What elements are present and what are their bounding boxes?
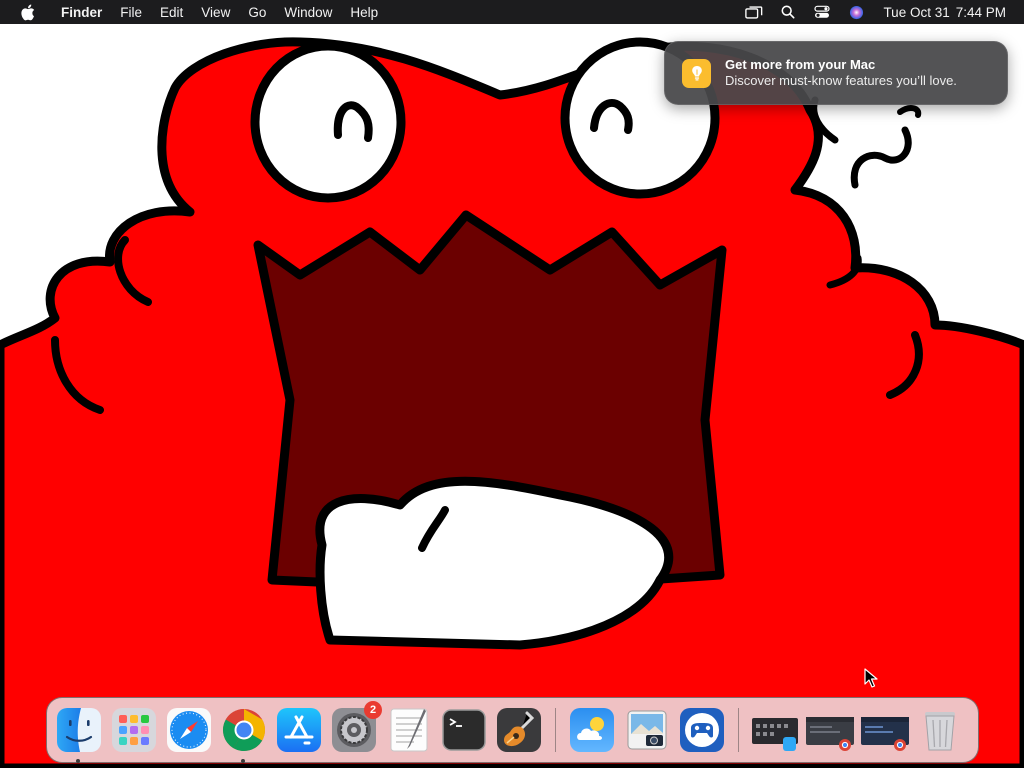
notification-badge: 2: [364, 701, 382, 719]
tips-lightbulb-icon: [682, 58, 711, 88]
mouse-pointer-icon: [864, 668, 878, 688]
menu-app-name[interactable]: Finder: [52, 0, 111, 24]
dock-minimized-window[interactable]: [750, 705, 800, 755]
menu-bar: Finder File Edit View Go Window Help Tue…: [0, 0, 1024, 24]
menu-bar-clock[interactable]: Tue Oct 31 7:44 PM: [883, 5, 1006, 20]
menu-file[interactable]: File: [111, 0, 151, 24]
minimized-chrome-window-icon: [861, 717, 909, 751]
dock-terminal[interactable]: [439, 705, 489, 755]
gamepad-icon: [680, 708, 724, 752]
running-indicator: [76, 759, 80, 763]
minimized-finder-window-icon: [752, 718, 798, 751]
menu-bar-left: Finder File Edit View Go Window Help: [0, 0, 387, 24]
dock: 2: [46, 697, 979, 763]
tips-notification[interactable]: Get more from your Mac Discover must-kno…: [664, 41, 1008, 105]
app-store-icon: [277, 708, 321, 752]
dock-steam-link[interactable]: [677, 705, 727, 755]
menu-go[interactable]: Go: [239, 0, 275, 24]
clock-time: 7:44 PM: [955, 4, 1006, 20]
minimized-chrome-window-icon: [806, 717, 854, 751]
menu-window[interactable]: Window: [275, 0, 341, 24]
dock-minimized-window[interactable]: [805, 705, 855, 755]
dock-separator: [738, 708, 739, 752]
dock-trash[interactable]: [915, 705, 965, 755]
dock-safari[interactable]: [164, 705, 214, 755]
chrome-icon: [222, 709, 266, 752]
control-center-icon[interactable]: [812, 2, 832, 22]
dock-chrome[interactable]: [219, 705, 269, 763]
dock-preview[interactable]: [622, 705, 672, 755]
clock-date: Tue Oct 31: [883, 4, 950, 20]
menu-bar-status-area: Tue Oct 31 7:44 PM: [737, 0, 1024, 24]
apple-logo-icon[interactable]: [18, 3, 36, 21]
menu-help[interactable]: Help: [341, 0, 387, 24]
launchpad-icon: [112, 708, 156, 752]
screen-mirroring-icon[interactable]: [744, 2, 764, 22]
spotlight-search-icon[interactable]: [778, 2, 798, 22]
dock-launchpad[interactable]: [109, 705, 159, 755]
trash-icon: [925, 712, 955, 751]
terminal-icon: [442, 709, 486, 751]
weather-icon: [570, 708, 614, 752]
garageband-icon: [497, 708, 541, 752]
preview-icon: [627, 710, 667, 750]
dock-finder[interactable]: [54, 705, 104, 763]
notification-title: Get more from your Mac: [725, 57, 876, 72]
textedit-icon: [390, 708, 428, 752]
running-indicator: [241, 759, 245, 763]
menu-edit[interactable]: Edit: [151, 0, 192, 24]
desktop-wallpaper: [0, 0, 1024, 768]
notification-body: Discover must-know features you’ll love.: [725, 73, 957, 88]
dock-minimized-window[interactable]: [860, 705, 910, 755]
finder-icon: [57, 708, 101, 752]
safari-icon: [167, 708, 211, 752]
menu-view[interactable]: View: [192, 0, 239, 24]
dock-system-settings[interactable]: 2: [329, 701, 382, 755]
dock-textedit[interactable]: [384, 705, 434, 755]
dock-garageband[interactable]: [494, 705, 544, 755]
notification-text: Get more from your Mac Discover must-kno…: [725, 57, 957, 89]
dock-weather[interactable]: [567, 705, 617, 755]
dock-separator: [555, 708, 556, 752]
siri-icon[interactable]: [846, 2, 866, 22]
dock-app-store[interactable]: [274, 705, 324, 755]
